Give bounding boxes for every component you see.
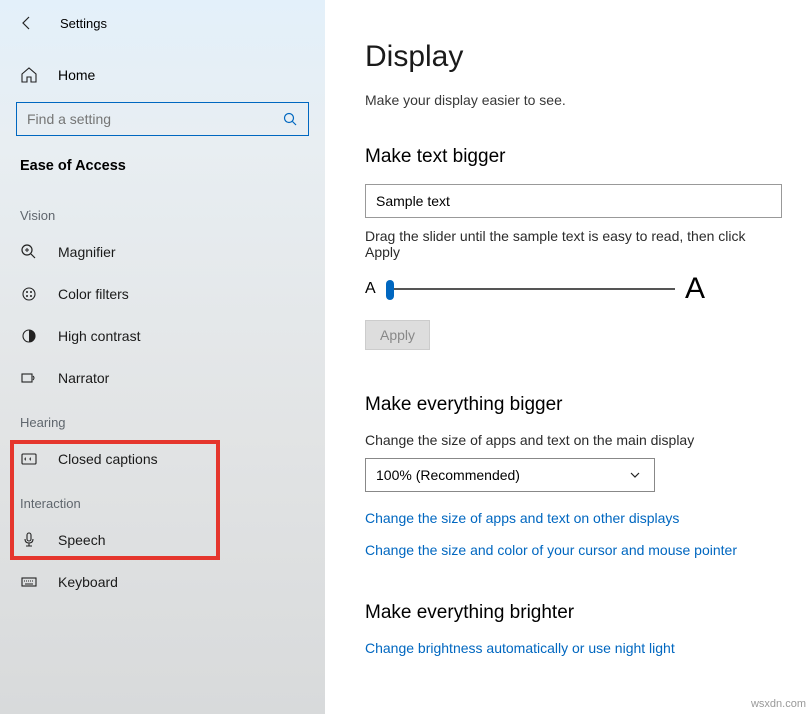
dropdown-value: 100% (Recommended) <box>376 467 520 483</box>
link-other-displays[interactable]: Change the size of apps and text on othe… <box>365 510 782 526</box>
link-cursor-pointer[interactable]: Change the size and color of your cursor… <box>365 542 782 558</box>
slider-min-label: A <box>365 280 376 298</box>
group-vision-label: Vision <box>0 192 325 231</box>
color-filters-icon <box>20 285 38 303</box>
sidebar: Settings Home Ease of Access Vision Magn… <box>0 0 325 714</box>
sidebar-item-narrator[interactable]: Narrator <box>0 357 325 399</box>
sidebar-item-label: Color filters <box>58 286 129 302</box>
high-contrast-icon <box>20 327 38 345</box>
heading-everything-bigger: Make everything bigger <box>365 394 782 416</box>
display-scale-dropdown[interactable]: 100% (Recommended) <box>365 458 655 492</box>
link-brightness[interactable]: Change brightness automatically or use n… <box>365 640 782 656</box>
sidebar-item-keyboard[interactable]: Keyboard <box>0 561 325 603</box>
slider-track[interactable] <box>386 288 675 290</box>
heading-text-bigger: Make text bigger <box>365 146 782 168</box>
home-label: Home <box>58 67 95 83</box>
sidebar-item-label: Speech <box>58 532 105 548</box>
sidebar-item-label: Closed captions <box>58 451 158 467</box>
text-size-slider[interactable]: A A <box>365 272 705 306</box>
sidebar-item-label: Magnifier <box>58 244 116 260</box>
closed-captions-icon <box>20 450 38 468</box>
magnifier-icon <box>20 243 38 261</box>
slider-max-label: A <box>685 272 705 306</box>
slider-description: Drag the slider until the sample text is… <box>365 228 782 260</box>
group-hearing-label: Hearing <box>0 399 325 438</box>
heading-everything-brighter: Make everything brighter <box>365 602 782 624</box>
sidebar-item-magnifier[interactable]: Magnifier <box>0 231 325 273</box>
section-title: Ease of Access <box>0 150 325 192</box>
search-icon[interactable] <box>281 110 299 128</box>
sidebar-item-speech[interactable]: Speech <box>0 519 325 561</box>
back-icon[interactable] <box>18 14 36 32</box>
sidebar-item-label: Keyboard <box>58 574 118 590</box>
watermark: wsxdn.com <box>751 698 806 710</box>
sidebar-item-label: High contrast <box>58 328 140 344</box>
page-subtitle: Make your display easier to see. <box>365 92 782 108</box>
apply-button[interactable]: Apply <box>365 320 430 350</box>
sidebar-item-label: Narrator <box>58 370 109 386</box>
sidebar-item-color-filters[interactable]: Color filters <box>0 273 325 315</box>
slider-thumb[interactable] <box>386 280 394 300</box>
sidebar-item-closed-captions[interactable]: Closed captions <box>0 438 325 480</box>
keyboard-icon <box>20 573 38 591</box>
page-title: Display <box>365 40 782 74</box>
sample-text-input[interactable] <box>365 184 782 218</box>
scale-description: Change the size of apps and text on the … <box>365 432 782 448</box>
app-title: Settings <box>60 16 107 31</box>
speech-icon <box>20 531 38 549</box>
sidebar-item-high-contrast[interactable]: High contrast <box>0 315 325 357</box>
search-box <box>16 102 309 136</box>
group-interaction-label: Interaction <box>0 480 325 519</box>
narrator-icon <box>20 369 38 387</box>
main-content: Display Make your display easier to see.… <box>325 0 812 714</box>
home-icon <box>20 66 38 84</box>
home-nav[interactable]: Home <box>0 56 325 94</box>
chevron-down-icon <box>626 466 644 484</box>
titlebar: Settings <box>0 8 325 50</box>
search-input[interactable] <box>16 102 309 136</box>
